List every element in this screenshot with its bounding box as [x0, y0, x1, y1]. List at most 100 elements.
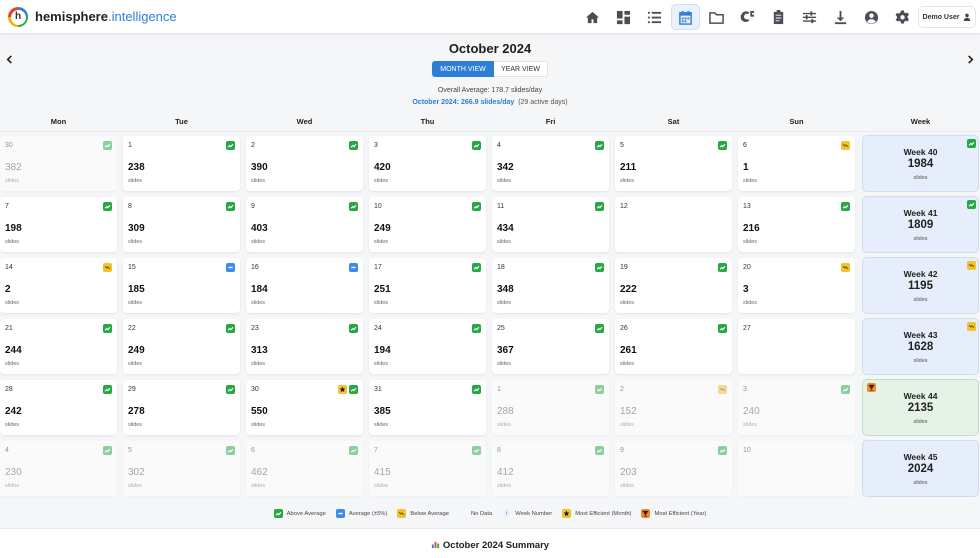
day-number: 12 [620, 203, 628, 210]
day-cell[interactable]: 4 342 slides [492, 136, 609, 191]
slide-unit: slides [743, 239, 758, 245]
day-cell[interactable]: 28 242 slides [0, 380, 117, 435]
nav-dashboard-button[interactable] [609, 4, 638, 30]
nav-home-button[interactable] [578, 4, 607, 30]
day-cell[interactable]: 21 244 slides [0, 319, 117, 374]
trend-down-icon [103, 263, 112, 272]
day-number: 22 [128, 325, 136, 332]
day-cell[interactable]: 5 302 slides [123, 441, 240, 496]
logo-icon[interactable]: h [8, 7, 28, 27]
day-cell[interactable]: 9 203 slides [615, 441, 732, 496]
star-icon [338, 385, 347, 394]
day-cell[interactable]: 20 3 slides [738, 258, 855, 313]
month-average-value: October 2024: 266.9 slides/day [412, 99, 515, 106]
user-menu-button[interactable]: Demo User [918, 6, 976, 28]
trend-up-icon [472, 141, 481, 150]
day-cell[interactable]: 17 251 slides [369, 258, 486, 313]
trend-up-icon [718, 446, 727, 455]
year-view-button[interactable]: YEAR VIEW [494, 61, 548, 77]
week-summary-card[interactable]: Week 44 2135 slides [862, 379, 979, 436]
month-view-button[interactable]: MONTH VIEW [432, 61, 494, 77]
slide-count: 184 [251, 284, 268, 295]
week-summary-card[interactable]: Week 41 1809 slides [862, 196, 979, 253]
day-cell[interactable]: 9 403 slides [246, 197, 363, 252]
nav-account-button[interactable] [857, 4, 886, 30]
day-cell[interactable]: 2 390 slides [246, 136, 363, 191]
day-cell[interactable]: 22 249 slides [123, 319, 240, 374]
day-cell[interactable]: 30 382 slides [0, 136, 117, 191]
day-cell[interactable]: 10 [738, 441, 855, 496]
slide-count: 348 [497, 284, 514, 295]
day-cell[interactable]: 12 [615, 197, 732, 252]
slide-unit: slides [128, 178, 143, 184]
day-cell[interactable]: 18 348 slides [492, 258, 609, 313]
slide-unit: slides [620, 422, 635, 428]
minus-icon [226, 263, 235, 272]
week-label: Week 43 [903, 330, 938, 340]
day-cell[interactable]: 10 249 slides [369, 197, 486, 252]
nav-list-button[interactable] [640, 4, 669, 30]
nav-sliders-button[interactable] [795, 4, 824, 30]
day-cell[interactable]: 19 222 slides [615, 258, 732, 313]
slide-unit: slides [374, 178, 389, 184]
week-summary-card[interactable]: Week 45 2024 slides [862, 440, 979, 497]
day-cell[interactable]: 7 198 slides [0, 197, 117, 252]
slide-unit: slides [128, 239, 143, 245]
day-number: 29 [128, 386, 136, 393]
trend-up-icon [349, 385, 358, 394]
slide-unit: slides [5, 239, 20, 245]
day-cell[interactable]: 5 211 slides [615, 136, 732, 191]
week-summary-card[interactable]: Week 40 1984 slides [862, 135, 979, 192]
trend-up-icon [103, 446, 112, 455]
day-cell[interactable]: 14 2 slides [0, 258, 117, 313]
nav-copyright-button[interactable] [733, 4, 762, 30]
trend-up-icon [226, 446, 235, 455]
week-summary-card[interactable]: Week 43 1628 slides [862, 318, 979, 375]
day-cell[interactable]: 1 238 slides [123, 136, 240, 191]
slide-count: 240 [743, 406, 760, 417]
day-number: 13 [743, 203, 751, 210]
day-cell[interactable]: 16 184 slides [246, 258, 363, 313]
day-cell[interactable]: 6 462 slides [246, 441, 363, 496]
day-cell[interactable]: 2 152 slides [615, 380, 732, 435]
week-summary-card[interactable]: Week 42 1195 slides [862, 257, 979, 314]
trend-up-icon [273, 509, 283, 518]
day-cell[interactable]: 26 261 slides [615, 319, 732, 374]
day-cell[interactable]: 11 434 slides [492, 197, 609, 252]
nav-folder-button[interactable] [702, 4, 731, 30]
day-cell[interactable]: 15 185 slides [123, 258, 240, 313]
nav-settings-button[interactable] [888, 4, 917, 30]
legend-label: Below Average [410, 510, 449, 517]
day-cell[interactable]: 27 [738, 319, 855, 374]
slide-count: 385 [374, 406, 391, 417]
day-cell[interactable]: 29 278 slides [123, 380, 240, 435]
month-average: October 2024: 266.9 slides/day (29 activ… [0, 99, 980, 106]
trend-up-icon [103, 202, 112, 211]
day-cell[interactable]: 23 313 slides [246, 319, 363, 374]
trend-up-icon [718, 324, 727, 333]
day-cell[interactable]: 3 420 slides [369, 136, 486, 191]
nav-clipboard-button[interactable] [764, 4, 793, 30]
slide-unit: slides [743, 178, 758, 184]
day-cell[interactable]: 1 288 slides [492, 380, 609, 435]
trend-up-icon [103, 141, 112, 150]
trend-up-icon [349, 324, 358, 333]
day-cell[interactable]: 24 194 slides [369, 319, 486, 374]
day-cell[interactable]: 8 412 slides [492, 441, 609, 496]
day-cell[interactable]: 31 385 slides [369, 380, 486, 435]
day-cell[interactable]: 4 230 slides [0, 441, 117, 496]
day-cell[interactable]: 25 367 slides [492, 319, 609, 374]
brand-name[interactable]: hemisphere.intelligence [35, 9, 177, 24]
nav-calendar-button[interactable] [671, 4, 700, 30]
day-cell[interactable]: 6 1 slides [738, 136, 855, 191]
day-cell[interactable]: 8 309 slides [123, 197, 240, 252]
day-cell[interactable]: 13 216 slides [738, 197, 855, 252]
slide-unit: slides [374, 300, 389, 306]
nav-download-button[interactable] [826, 4, 855, 30]
slide-unit: slides [620, 483, 635, 489]
day-cell[interactable]: 7 415 slides [369, 441, 486, 496]
day-number: 5 [620, 142, 624, 149]
day-cell[interactable]: 30 550 slides [246, 380, 363, 435]
trend-up-icon [472, 324, 481, 333]
day-cell[interactable]: 3 240 slides [738, 380, 855, 435]
